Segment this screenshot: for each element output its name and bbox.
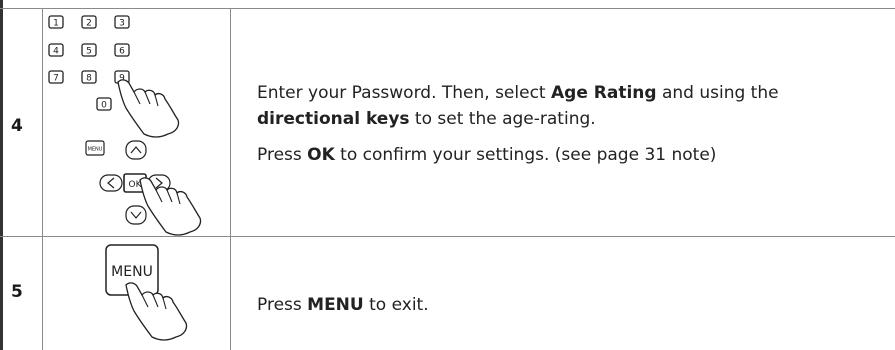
- table-left-border: [0, 0, 3, 350]
- column-divider-2: [230, 8, 231, 350]
- step-4-line-1: Enter your Password. Then, select Age Ra…: [257, 83, 779, 103]
- menu-key-label: MENU: [88, 147, 103, 153]
- step-number-5: 5: [11, 282, 23, 302]
- key-7-label: 7: [53, 74, 59, 84]
- left-key: [99, 174, 123, 192]
- key-6-label: 6: [119, 47, 125, 57]
- instruction-table: 4 1 2 3 4 5 6 7 8 9 0 MENU OK Enter your…: [0, 0, 895, 350]
- step-4-line-2: directional keys to set the age-rating.: [257, 109, 596, 129]
- key-2-label: 2: [86, 19, 92, 29]
- step-number-4: 4: [11, 116, 23, 136]
- keypad-illustration: 1 2 3 4 5 6 7 8 9 0 MENU OK: [48, 15, 202, 236]
- hand-pointer-icon-2: [139, 177, 202, 236]
- menu-button-illustration: MENU: [105, 244, 188, 341]
- step-5-instructions: Press MENU to exit.: [257, 292, 877, 318]
- step-4-line-3: Press OK to confirm your settings. (see …: [257, 145, 717, 165]
- up-key: [125, 140, 147, 160]
- hand-pointer-icon: [117, 79, 180, 138]
- key-5-label: 5: [86, 47, 92, 57]
- step-5-line-1: Press MENU to exit.: [257, 295, 429, 315]
- down-key: [125, 205, 147, 225]
- key-1-label: 1: [53, 19, 59, 29]
- key-3-label: 3: [119, 19, 125, 29]
- key-0-label: 0: [101, 101, 107, 111]
- key-8-label: 8: [86, 74, 92, 84]
- step-4-instructions: Enter your Password. Then, select Age Ra…: [257, 80, 877, 168]
- key-4-label: 4: [53, 47, 59, 57]
- menu-button-label: MENU: [111, 264, 153, 280]
